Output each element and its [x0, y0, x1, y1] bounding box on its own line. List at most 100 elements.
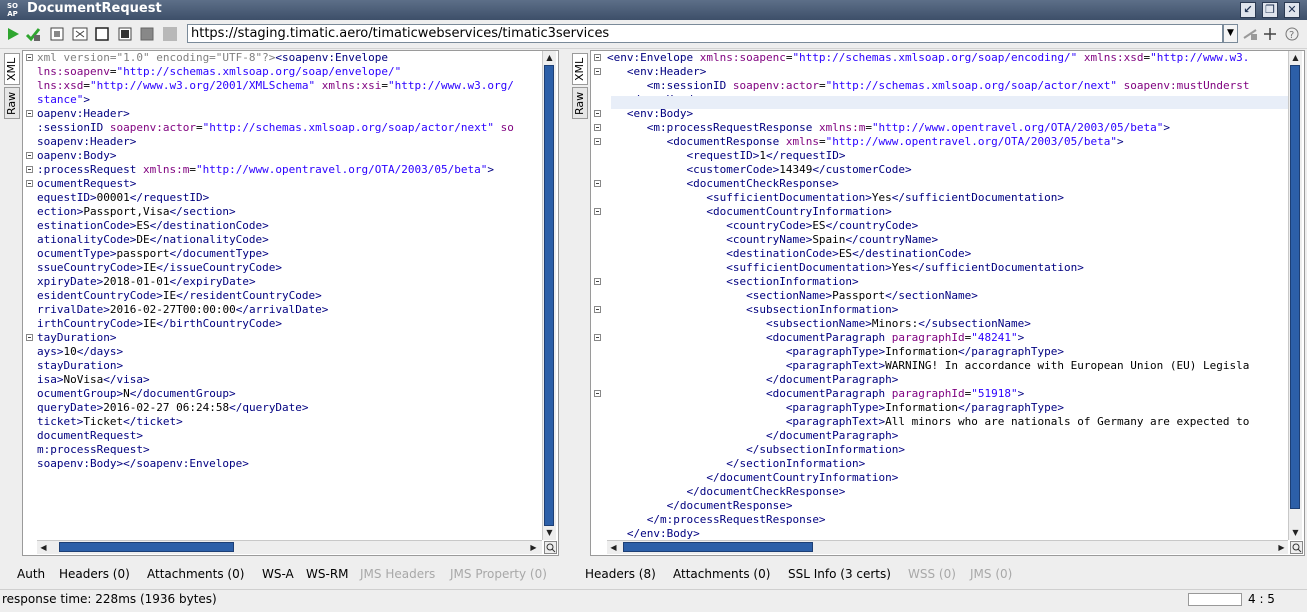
code-line: </env:Body> [607, 527, 1287, 541]
fold-toggle-icon[interactable] [594, 180, 601, 187]
maximize-icon[interactable]: ❐ [1262, 2, 1278, 18]
request-horizontal-scrollbar[interactable]: ◀ ▶ [37, 540, 542, 554]
scroll-up-icon[interactable]: ▲ [543, 51, 556, 64]
code-token: = [83, 79, 90, 92]
bottom-tab-jms-headers[interactable]: JMS Headers [360, 566, 435, 582]
code-token: m:processRequest> [37, 443, 150, 456]
zoom-icon[interactable] [1290, 541, 1303, 554]
code-token: :processRequest [37, 163, 137, 176]
code-token: > [487, 163, 494, 176]
fold-toggle-icon[interactable] [26, 166, 33, 173]
fold-toggle-icon[interactable] [26, 334, 33, 341]
bottom-tab-auth[interactable]: Auth [17, 566, 45, 582]
request-vscroll-thumb[interactable] [544, 65, 554, 526]
fold-toggle-icon[interactable] [594, 124, 601, 131]
code-token: oapenv:Header> [37, 107, 130, 120]
endpoint-dropdown-icon[interactable]: ▼ [1223, 24, 1238, 43]
response-xml-editor[interactable]: <env:Envelope xmlns:soapenc="http://sche… [590, 50, 1305, 556]
help-icon[interactable]: ? [1284, 26, 1300, 42]
code-token: passport [116, 247, 170, 260]
fold-toggle-icon[interactable] [26, 110, 33, 117]
fold-toggle-icon[interactable] [26, 180, 33, 187]
code-line: <env:Header> [607, 65, 1287, 79]
tab-xml-response[interactable]: XML [572, 53, 588, 85]
code-token: All minors who are nationals of Germany … [885, 415, 1250, 428]
endpoint-url-field[interactable]: https://staging.timatic.aero/timaticwebs… [187, 24, 1223, 43]
fold-toggle-icon[interactable] [594, 278, 601, 285]
request-xml-editor[interactable]: xml version="1.0" encoding="UTF-8"?><soa… [22, 50, 559, 556]
bottom-tab-ws-rm[interactable]: WS-RM [306, 566, 349, 582]
request-vertical-scrollbar[interactable]: ▲ ▼ [542, 51, 556, 540]
fold-toggle-icon[interactable] [594, 334, 601, 341]
minimize-icon[interactable]: ↙ [1240, 2, 1256, 18]
code-line: :sessionID soapenv:actor="http://schemas… [37, 121, 542, 135]
response-horizontal-scrollbar[interactable]: ◀ ▶ [607, 540, 1288, 554]
add-assertion-icon[interactable] [25, 26, 41, 42]
clone-request-icon[interactable] [94, 26, 110, 42]
bottom-tab-headers-0[interactable]: Headers (0) [59, 566, 130, 582]
bottom-tab-attachments-0[interactable]: Attachments (0) [147, 566, 244, 582]
fold-gutter [591, 51, 604, 555]
tab-raw-request[interactable]: Raw [4, 87, 20, 119]
format-xml-icon[interactable] [72, 26, 88, 42]
code-token: lns:soapenv [37, 65, 110, 78]
scroll-left-icon[interactable]: ◀ [607, 541, 620, 554]
bottom-tab-ws-a[interactable]: WS-A [262, 566, 294, 582]
tab-raw-response[interactable]: Raw [572, 87, 588, 119]
clear-url-icon[interactable] [1242, 26, 1258, 42]
run-icon[interactable] [5, 26, 21, 42]
bottom-tab-jms-property-0[interactable]: JMS Property (0) [450, 566, 547, 582]
response-hscroll-thumb[interactable] [623, 542, 813, 552]
bottom-tab-jms-0[interactable]: JMS (0) [970, 566, 1012, 582]
scroll-up-icon[interactable]: ▲ [1289, 51, 1302, 64]
code-line: estinationCode>ES</destinationCode> [37, 219, 542, 233]
fold-toggle-icon[interactable] [594, 208, 601, 215]
bottom-tab-wss-0[interactable]: WSS (0) [908, 566, 956, 582]
code-token: rrivalDate> [37, 303, 110, 316]
add-endpoint-icon[interactable] [1262, 26, 1278, 42]
fold-toggle-icon[interactable] [594, 54, 601, 61]
scroll-right-icon[interactable]: ▶ [527, 541, 540, 554]
tab-xml-request[interactable]: XML [4, 53, 20, 85]
fold-toggle-icon[interactable] [594, 68, 601, 75]
fold-toggle-icon[interactable] [594, 110, 601, 117]
options-icon[interactable] [139, 26, 155, 42]
response-xml-content[interactable]: <env:Envelope xmlns:soapenc="http://sche… [607, 51, 1287, 541]
bottom-tab-attachments-0[interactable]: Attachments (0) [673, 566, 770, 582]
request-hscroll-thumb[interactable] [59, 542, 234, 552]
close-icon[interactable]: ✕ [1284, 2, 1300, 18]
request-xml-content[interactable]: xml version="1.0" encoding="UTF-8"?><soa… [37, 51, 542, 471]
code-line: <destinationCode>ES</destinationCode> [607, 247, 1287, 261]
scroll-down-icon[interactable]: ▼ [1289, 526, 1302, 539]
response-vertical-scrollbar[interactable]: ▲ ▼ [1288, 51, 1302, 540]
code-token: xmlns:xsi [321, 79, 382, 92]
scroll-right-icon[interactable]: ▶ [1275, 541, 1288, 554]
bottom-tab-ssl-info-3-certs[interactable]: SSL Info (3 certs) [788, 566, 891, 582]
create-empty-request-icon[interactable] [49, 26, 65, 42]
code-line: ticket>Ticket</ticket> [37, 415, 542, 429]
fold-toggle-icon[interactable] [594, 138, 601, 145]
cancel-icon[interactable] [162, 26, 178, 42]
fold-toggle-icon[interactable] [26, 54, 33, 61]
code-token: </countryName> [845, 233, 939, 246]
code-token: </documentParagraph> [765, 373, 899, 386]
code-line: equestID>00001</requestID> [37, 191, 542, 205]
zoom-icon[interactable] [544, 541, 557, 554]
code-line: rrivalDate>2016-02-27T00:00:00</arrivalD… [37, 303, 542, 317]
fold-toggle-icon[interactable] [594, 306, 601, 313]
bottom-tab-headers-8[interactable]: Headers (8) [585, 566, 656, 582]
code-token: "http://schemas.xmlsoap.org/soap/envelop… [116, 65, 402, 78]
code-line: <env:Body> [607, 107, 1287, 121]
scroll-down-icon[interactable]: ▼ [543, 526, 556, 539]
create-testcase-icon[interactable] [117, 26, 133, 42]
scroll-left-icon[interactable]: ◀ [37, 541, 50, 554]
fold-toggle-icon[interactable] [26, 152, 33, 159]
response-vscroll-thumb[interactable] [1290, 65, 1300, 509]
code-token: </paragraphType> [958, 345, 1064, 358]
fold-toggle-icon[interactable] [594, 390, 601, 397]
